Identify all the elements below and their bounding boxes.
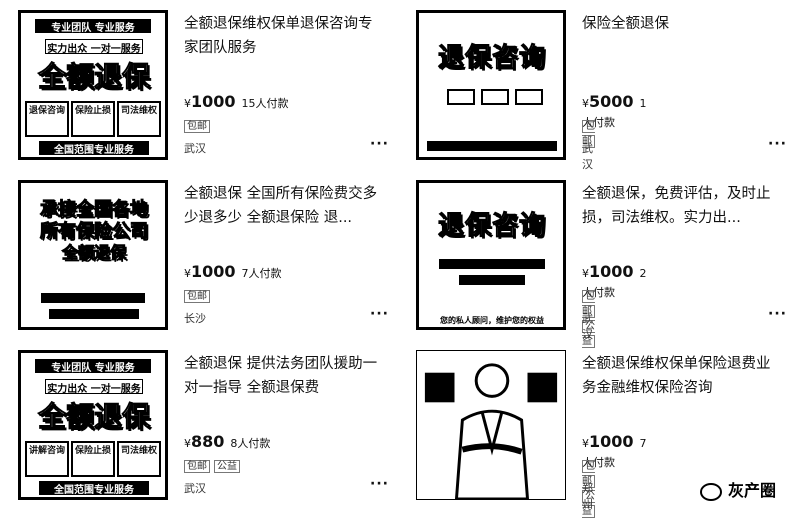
thumb-box [515,89,543,105]
listing-card[interactable]: 退保咨询 您的私人顾问，维护您的权益 全额退保，免费评估，及时止损，司法维权。实… [0,170,786,348]
listing-thumbnail[interactable]: 退保咨询 [416,10,566,160]
person-figure-image [424,363,558,499]
price-value: 1000 [589,262,634,281]
thumb-footer: 您的私人顾问，维护您的权益 [421,315,563,327]
watermark-text: 灰产圈 [727,481,776,500]
thumb-banner [459,275,525,285]
currency-symbol: ¥ [582,97,589,110]
listing-thumbnail[interactable] [416,350,566,500]
currency-symbol: ¥ [582,437,589,450]
listing-grid: 专业团队 专业服务 实力出众 一对一服务 全额退保 退保咨询 保险止损 司法维权… [0,0,800,518]
thumb-footer [427,141,557,151]
listing-thumbnail[interactable]: 退保咨询 您的私人顾问，维护您的权益 [416,180,566,330]
thumb-box [481,89,509,105]
listing-title[interactable]: 保险全额退保 [582,12,782,36]
listing-title[interactable]: 全额退保，免费评估，及时止损，司法维权。实力出... [582,182,782,230]
watermark: 灰产圈 [699,477,776,501]
currency-symbol: ¥ [582,267,589,280]
listing-location: 武汉 [582,312,593,341]
listing-card[interactable]: 退保咨询 保险全额退保 ¥5000 1人付款 包邮 武汉 ··· [0,0,786,171]
listing-card[interactable]: 全额退保维权保单保险退费业务金融维权保险咨询 ¥1000 7人付款 包邮公益 郑州 [0,340,771,518]
ellipsis-icon[interactable]: ··· [768,306,787,322]
thumb-headline: 退保咨询 [437,211,546,242]
listing-location: 郑州 [582,482,593,511]
thumb-headline: 退保咨询 [437,43,546,74]
price-value: 5000 [589,92,634,111]
thumb-box [447,89,475,105]
listing-title[interactable]: 全额退保维权保单保险退费业务金融维权保险咨询 [582,352,782,400]
ellipsis-icon[interactable]: ··· [768,136,787,152]
wechat-icon [699,482,722,501]
price-value: 1000 [589,432,634,451]
thumb-banner [439,259,545,269]
listing-location: 武汉 [582,142,593,171]
